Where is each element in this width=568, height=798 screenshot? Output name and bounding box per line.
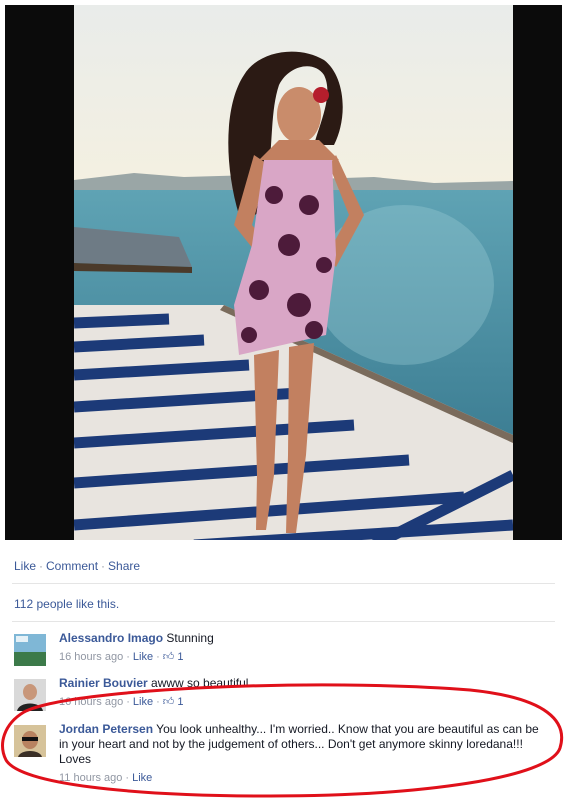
- comment-link[interactable]: Comment: [46, 559, 98, 573]
- comment-like-count[interactable]: 1: [177, 651, 183, 663]
- comment-like-link[interactable]: Like: [132, 772, 152, 784]
- separator: ·: [101, 559, 106, 573]
- comment-time[interactable]: 11 hours ago: [59, 772, 122, 784]
- comment-text: Stunning: [166, 631, 214, 645]
- comment-time[interactable]: 16 hours ago: [59, 651, 123, 663]
- avatar[interactable]: [14, 679, 46, 711]
- comment-author[interactable]: Alessandro Imago: [59, 631, 163, 645]
- comment-text: awww so beautiful: [151, 676, 249, 690]
- comment-author[interactable]: Rainier Bouvier: [59, 676, 148, 690]
- comment-meta: 11 hours ago · Like: [59, 772, 153, 784]
- comment-like-link[interactable]: Like: [133, 651, 153, 663]
- likes-summary[interactable]: 112 people like this.: [14, 597, 119, 611]
- comment-like-count[interactable]: 1: [177, 696, 183, 708]
- comment-meta: 16 hours ago · Like · 👍︎ 1: [59, 696, 184, 708]
- share-link[interactable]: Share: [108, 559, 140, 573]
- post-photo[interactable]: [74, 5, 513, 540]
- divider: [12, 621, 555, 622]
- thumbs-up-icon[interactable]: 👍︎: [163, 696, 175, 708]
- thumbs-up-icon[interactable]: 👍︎: [163, 651, 175, 663]
- comment-author[interactable]: Jordan Petersen: [59, 722, 153, 736]
- comment-like-link[interactable]: Like: [133, 696, 153, 708]
- avatar[interactable]: [14, 634, 46, 666]
- divider: [12, 583, 555, 584]
- comment-meta: 16 hours ago · Like · 👍︎ 1: [59, 651, 184, 663]
- post-actions: Like · Comment · Share: [14, 559, 140, 573]
- avatar[interactable]: [14, 725, 46, 757]
- comment-time[interactable]: 16 hours ago: [59, 696, 123, 708]
- like-link[interactable]: Like: [14, 559, 36, 573]
- separator: ·: [39, 559, 44, 573]
- post-photo-frame[interactable]: [5, 5, 562, 540]
- photo-image: [74, 5, 513, 540]
